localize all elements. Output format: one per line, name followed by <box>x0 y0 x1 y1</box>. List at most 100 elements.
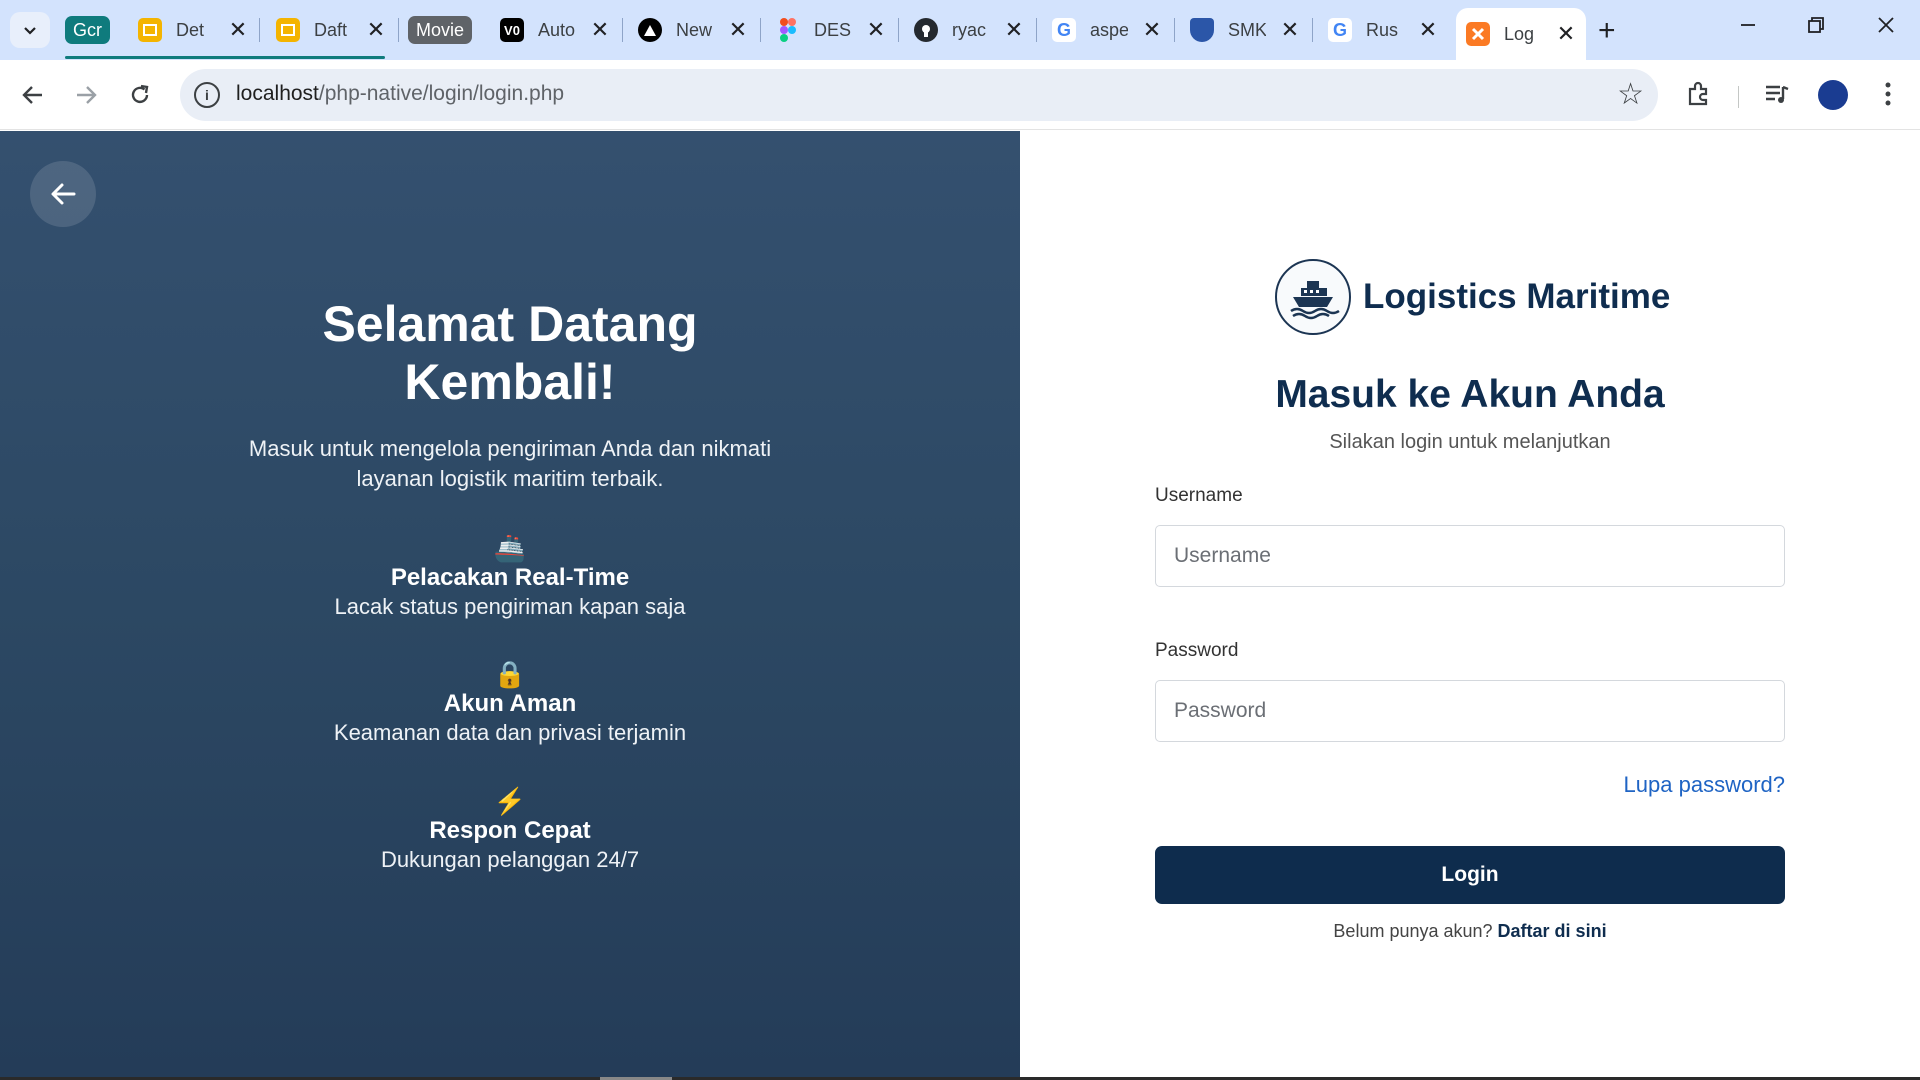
feature-title: Akun Aman <box>443 690 577 717</box>
brand-name: Logistics Maritime <box>1363 277 1671 316</box>
close-icon[interactable]: ✕ <box>728 17 748 43</box>
forgot-password-link[interactable]: Lupa password? <box>1485 772 1785 798</box>
forward-arrow-icon[interactable] <box>66 75 106 115</box>
restore-icon[interactable] <box>1796 10 1836 41</box>
register-link[interactable]: Daftar di sini <box>1498 921 1607 941</box>
tab-group-chip-gcr[interactable]: Gcr <box>65 16 110 44</box>
tab-des[interactable]: DES ✕ <box>766 8 896 52</box>
back-button[interactable] <box>30 161 96 227</box>
tab-divider <box>1174 18 1175 42</box>
feature-secure-account: 🔒 Akun Aman Keamanan data dan privasi te… <box>260 659 760 747</box>
brand-logo: Logistics Maritime <box>1275 259 1670 335</box>
close-icon[interactable]: ✕ <box>1418 17 1438 43</box>
shield-logo-icon <box>1190 18 1214 42</box>
figma-icon <box>776 18 800 42</box>
tab-label: New <box>676 19 713 40</box>
ship-logo-icon <box>1275 259 1351 335</box>
tab-log-active[interactable]: Log ✕ <box>1456 8 1586 60</box>
close-icon[interactable]: ✕ <box>1142 17 1162 43</box>
url-host: localhost <box>236 82 319 105</box>
password-field[interactable] <box>1155 680 1785 742</box>
tab-divider <box>622 18 623 42</box>
feature-tracking: 🚢 Pelacakan Real-Time Lacak status pengi… <box>260 533 760 621</box>
login-button[interactable]: Login <box>1155 846 1785 904</box>
close-icon[interactable]: ✕ <box>1004 17 1024 43</box>
close-icon[interactable]: ✕ <box>228 17 248 43</box>
ship-icon: 🚢 <box>493 533 527 563</box>
feature-title: Pelacakan Real-Time <box>390 564 630 591</box>
tab-group-chip-movie[interactable]: Movie <box>408 16 473 44</box>
username-label: Username <box>1155 485 1243 506</box>
feature-description: Dukungan pelanggan 24/7 <box>380 847 640 872</box>
tab-label: Daft <box>314 19 348 40</box>
url-text[interactable]: localhost/php-native/login/login.php <box>236 82 564 106</box>
chevron-down-icon <box>24 27 36 35</box>
minimize-icon[interactable] <box>1728 10 1768 41</box>
close-window-icon[interactable] <box>1866 10 1906 41</box>
username-field[interactable] <box>1155 525 1785 587</box>
tab-rus[interactable]: G Rus ✕ <box>1318 8 1448 52</box>
feature-title: Respon Cepat <box>429 817 591 844</box>
browser-toolbar: i localhost/php-native/login/login.php ☆ <box>0 60 1920 130</box>
slides-icon <box>138 18 162 42</box>
xampp-icon <box>1466 22 1490 46</box>
tab-label: Auto <box>538 19 576 40</box>
tab-label: DES <box>814 19 852 40</box>
back-arrow-icon[interactable] <box>13 75 53 115</box>
tab-search-button[interactable] <box>10 12 50 48</box>
feature-fast-response: ⚡ Respon Cepat Dukungan pelanggan 24/7 <box>260 786 760 874</box>
register-prompt-text: Belum punya akun? <box>1333 921 1493 941</box>
tab-aspe[interactable]: G aspe ✕ <box>1042 8 1172 52</box>
reload-icon[interactable] <box>120 75 160 115</box>
new-tab-button[interactable]: + <box>1598 14 1616 48</box>
toolbar-divider <box>1738 86 1739 108</box>
slides-icon <box>276 18 300 42</box>
tab-divider <box>398 18 399 42</box>
welcome-subtitle: Masuk untuk mengelola pengiriman Anda da… <box>248 436 772 491</box>
feature-description: Keamanan data dan privasi terjamin <box>333 720 687 745</box>
register-prompt: Belum punya akun? Daftar di sini <box>1150 921 1790 942</box>
bookmark-star-icon[interactable]: ☆ <box>1617 77 1644 112</box>
address-bar[interactable]: i localhost/php-native/login/login.php ☆ <box>180 69 1658 121</box>
tab-divider <box>1312 18 1313 42</box>
tab-divider <box>259 18 260 42</box>
tab-label: aspe <box>1090 19 1128 40</box>
site-info-icon[interactable]: i <box>194 82 220 108</box>
tab-daft[interactable]: Daft ✕ <box>266 8 396 52</box>
vs-code-icon: V0 <box>500 18 524 42</box>
tab-new[interactable]: New ✕ <box>628 8 758 52</box>
login-panel: Logistics Maritime Masuk ke Akun Anda Si… <box>1020 131 1920 1080</box>
google-icon: G <box>1328 18 1352 42</box>
form-subtitle: Silakan login untuk melanjutkan <box>1329 431 1611 453</box>
close-icon[interactable]: ✕ <box>366 17 386 43</box>
tab-label: Log <box>1504 23 1535 44</box>
password-label: Password <box>1155 640 1239 661</box>
google-icon: G <box>1052 18 1076 42</box>
tab-divider <box>898 18 899 42</box>
tab-ryac[interactable]: ryac ✕ <box>904 8 1034 52</box>
tab-divider <box>1036 18 1037 42</box>
close-icon[interactable]: ✕ <box>590 17 610 43</box>
extensions-icon[interactable] <box>1679 74 1719 114</box>
tab-divider <box>760 18 761 42</box>
welcome-panel: Selamat Datang Kembali! Masuk untuk meng… <box>0 131 1020 1080</box>
tab-group-underline <box>65 56 385 59</box>
lock-icon: 🔒 <box>493 659 527 689</box>
media-queue-icon[interactable] <box>1757 74 1797 114</box>
github-icon <box>914 18 938 42</box>
tab-det[interactable]: Det ✕ <box>128 8 258 52</box>
url-path: /php-native/login/login.php <box>318 82 565 105</box>
tab-smk[interactable]: SMK ✕ <box>1180 8 1310 52</box>
close-icon[interactable]: ✕ <box>1280 17 1300 43</box>
form-title: Masuk ke Akun Anda <box>1275 373 1665 416</box>
more-menu-icon[interactable] <box>1868 74 1908 114</box>
profile-avatar[interactable] <box>1818 80 1848 110</box>
close-icon[interactable]: ✕ <box>866 17 886 43</box>
tab-auto[interactable]: V0 Auto ✕ <box>490 8 620 52</box>
close-icon[interactable]: ✕ <box>1556 21 1576 47</box>
feature-description: Lacak status pengiriman kapan saja <box>334 594 686 619</box>
back-arrow-icon <box>51 183 76 205</box>
lightning-icon: ⚡ <box>493 786 527 816</box>
tab-label: ryac <box>952 19 987 40</box>
tab-label: SMK <box>1228 19 1266 40</box>
